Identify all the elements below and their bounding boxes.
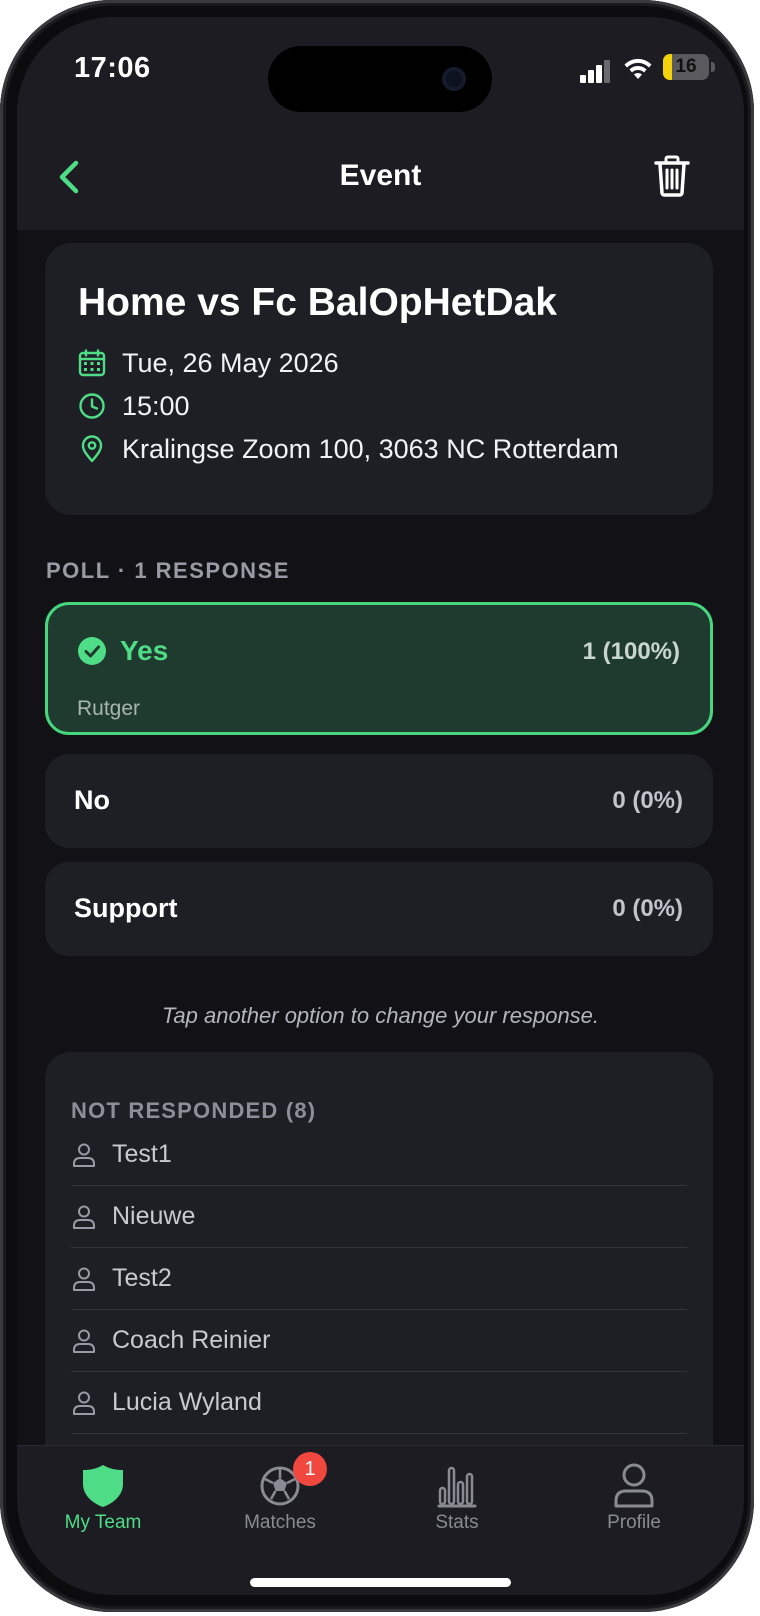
poll-option-voters: Rutger xyxy=(77,697,141,720)
poll-hint: Tap another option to change your respon… xyxy=(161,1003,600,1028)
poll-option-yes[interactable]: Yes 1 (100%) Rutger xyxy=(45,602,713,735)
tab-bar: My Team 1 Matches Stats Profile xyxy=(17,1445,744,1595)
tab-profile[interactable]: Profile xyxy=(559,1446,709,1546)
cellular-signal-icon xyxy=(580,59,612,83)
tab-my-team[interactable]: My Team xyxy=(28,1446,178,1546)
status-time: 17:06 xyxy=(74,52,151,84)
list-item: Nieuwe xyxy=(71,1186,687,1248)
page-title: Event xyxy=(339,159,422,192)
person-icon xyxy=(73,1391,95,1415)
event-time-row: 15:00 xyxy=(78,386,190,426)
app-screen: 17:06 16 Event Home vs Fc BalOpHetDak Tu… xyxy=(17,17,744,1595)
member-name: Nieuwe xyxy=(112,1202,196,1230)
map-pin-icon xyxy=(81,435,103,463)
matches-badge: 1 xyxy=(293,1452,327,1486)
camera-icon xyxy=(442,67,466,91)
tab-stats[interactable]: Stats xyxy=(382,1446,532,1546)
person-icon xyxy=(73,1329,95,1353)
poll-option-label: Support xyxy=(74,893,178,923)
list-item: Coach Reinier xyxy=(71,1310,687,1372)
shield-icon xyxy=(83,1465,123,1507)
tab-label: My Team xyxy=(64,1512,142,1533)
poll-option-support[interactable]: Support 0 (0%) xyxy=(45,862,713,956)
event-title: Home vs Fc BalOpHetDak xyxy=(78,281,557,324)
member-name: Lucia Wyland xyxy=(112,1388,262,1416)
poll-option-no[interactable]: No 0 (0%) xyxy=(45,754,713,848)
event-time: 15:00 xyxy=(122,390,190,421)
event-date: Tue, 26 May 2026 xyxy=(122,347,339,378)
list-item: Lucia Wyland xyxy=(71,1372,687,1434)
person-icon xyxy=(614,1463,654,1508)
event-date-row: Tue, 26 May 2026 xyxy=(78,343,339,383)
poll-option-count: 1 (100%) xyxy=(582,638,680,665)
home-indicator[interactable] xyxy=(250,1578,511,1587)
battery-icon: 16 xyxy=(663,54,709,80)
person-icon xyxy=(73,1143,95,1167)
tab-label: Stats xyxy=(435,1512,479,1533)
clock-icon xyxy=(79,393,105,419)
tab-label: Profile xyxy=(607,1512,661,1533)
not-responded-title: NOT RESPONDED (8) xyxy=(71,1098,317,1123)
wifi-icon xyxy=(624,58,652,79)
member-name: Test1 xyxy=(112,1140,172,1168)
tab-label: Matches xyxy=(244,1512,316,1533)
member-name: Coach Reinier xyxy=(112,1326,271,1354)
event-location-row[interactable]: Kralingse Zoom 100, 3063 NC Rotterdam xyxy=(78,429,619,469)
not-responded-card: NOT RESPONDED (8) Test1 Nieuwe Test2 Coa… xyxy=(45,1052,713,1472)
check-circle-icon xyxy=(78,637,106,665)
phone-frame: 17:06 16 Event Home vs Fc BalOpHetDak Tu… xyxy=(0,0,754,1612)
member-name: Test2 xyxy=(112,1264,172,1292)
list-item: Test2 xyxy=(71,1248,687,1310)
person-icon xyxy=(73,1205,95,1229)
person-icon xyxy=(73,1267,95,1291)
tab-matches[interactable]: 1 Matches xyxy=(205,1446,355,1546)
status-bar: 17:06 16 xyxy=(17,17,744,137)
poll-option-count: 0 (0%) xyxy=(612,787,683,814)
poll-section-label: POLL · 1 RESPONSE xyxy=(46,558,290,583)
poll-option-count: 0 (0%) xyxy=(612,895,683,922)
trash-icon[interactable] xyxy=(654,155,690,197)
battery-level: 16 xyxy=(675,56,697,77)
list-item: Test1 xyxy=(71,1124,687,1186)
dynamic-island xyxy=(268,46,492,112)
event-card: Home vs Fc BalOpHetDak Tue, 26 May 2026 … xyxy=(45,243,713,515)
calendar-icon xyxy=(78,349,106,377)
bar-chart-icon xyxy=(437,1466,477,1508)
poll-option-label: Yes xyxy=(120,635,169,666)
event-location: Kralingse Zoom 100, 3063 NC Rotterdam xyxy=(122,433,619,464)
nav-header: Event xyxy=(17,137,744,230)
poll-option-label: No xyxy=(74,785,110,815)
